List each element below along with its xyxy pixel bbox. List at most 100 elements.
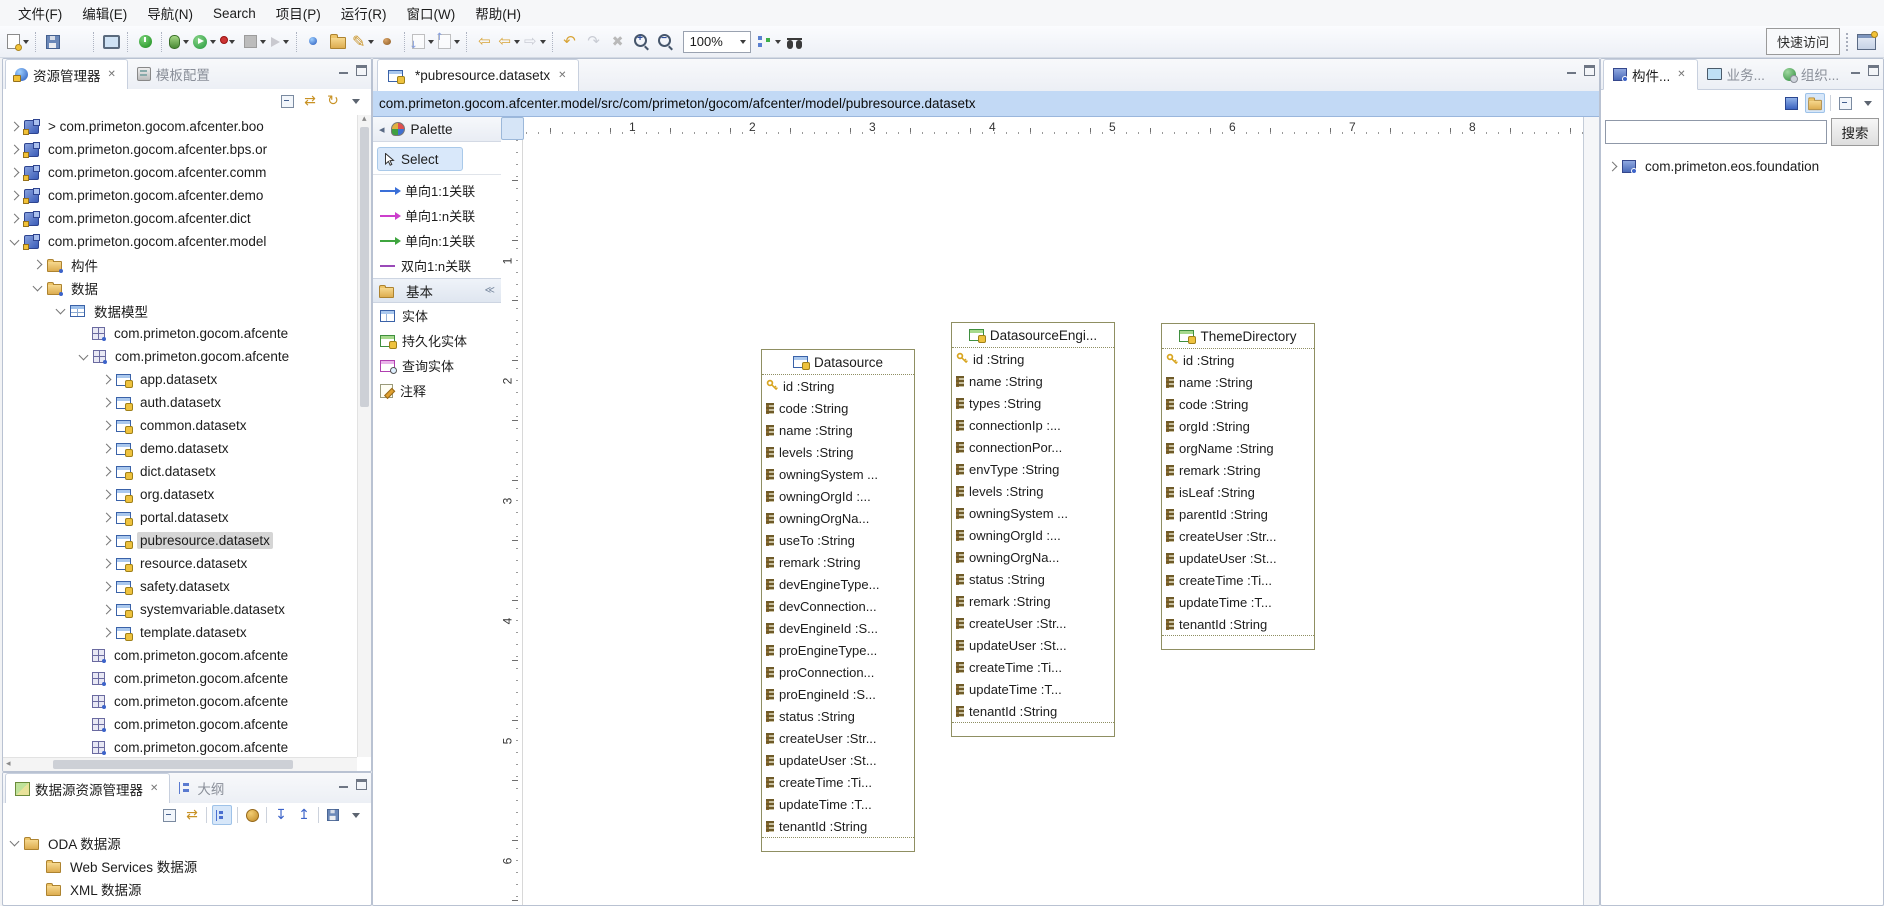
chevron-down-icon[interactable] bbox=[56, 304, 66, 314]
tree-row[interactable]: template.datasetx bbox=[3, 621, 357, 644]
entity-field[interactable]: status :String bbox=[952, 568, 1114, 590]
entity-field[interactable]: id :String bbox=[952, 348, 1114, 370]
entity-field[interactable]: connectionPor... bbox=[952, 436, 1114, 458]
search-input[interactable] bbox=[1605, 120, 1827, 144]
entity-field[interactable]: tenantId :String bbox=[762, 815, 914, 837]
tree-row[interactable]: com.primeton.eos.foundation bbox=[1601, 155, 1883, 178]
tab-outline[interactable]: 大纲 bbox=[170, 773, 233, 803]
chevron-down-icon[interactable] bbox=[79, 350, 89, 360]
zoom-level-button[interactable]: 100% bbox=[678, 30, 756, 54]
save-button[interactable] bbox=[324, 806, 342, 824]
open-resource-button[interactable] bbox=[302, 30, 326, 54]
tab-business[interactable]: 业务... bbox=[1698, 59, 1774, 89]
chevron-right-icon[interactable] bbox=[102, 375, 112, 385]
dropdown-caret-icon[interactable] bbox=[428, 40, 434, 44]
menu-help[interactable]: 帮助(H) bbox=[465, 0, 531, 27]
tree-row[interactable]: resource.datasetx bbox=[3, 552, 357, 575]
save-button[interactable] bbox=[41, 30, 65, 54]
entity-field[interactable]: devEngineId :S... bbox=[762, 617, 914, 639]
maximize-icon[interactable] bbox=[1868, 65, 1879, 76]
view-menu-button[interactable] bbox=[1859, 94, 1877, 112]
dropdown-caret-icon[interactable] bbox=[229, 40, 235, 44]
collapse-all-button[interactable] bbox=[1836, 94, 1854, 112]
menu-project[interactable]: 项目(P) bbox=[266, 0, 331, 27]
chevron-right-icon[interactable] bbox=[102, 467, 112, 477]
dropdown-caret-icon[interactable] bbox=[260, 40, 266, 44]
maximize-icon[interactable] bbox=[356, 65, 367, 76]
dropdown-caret-icon[interactable] bbox=[454, 40, 460, 44]
dropdown-caret-icon[interactable] bbox=[540, 40, 546, 44]
entity-field[interactable]: remark :String bbox=[762, 551, 914, 573]
entity-field[interactable]: useTo :String bbox=[762, 529, 914, 551]
close-icon[interactable]: ✕ bbox=[106, 69, 118, 81]
entity-field[interactable]: orgId :String bbox=[1162, 415, 1314, 437]
menu-search[interactable]: Search bbox=[203, 2, 266, 25]
tree-row[interactable]: com.primeton.gocom.afcente bbox=[3, 690, 357, 713]
entity-field[interactable]: remark :String bbox=[952, 590, 1114, 612]
open-directory-button[interactable] bbox=[326, 30, 350, 54]
dropdown-caret-icon[interactable] bbox=[368, 40, 374, 44]
entity-field[interactable]: owningOrgNa... bbox=[762, 507, 914, 529]
entity-header[interactable]: ThemeDirectory bbox=[1162, 324, 1314, 349]
connect-button[interactable] bbox=[243, 806, 261, 824]
tab-resource-explorer[interactable]: 资源管理器✕ bbox=[5, 59, 128, 90]
close-icon[interactable]: ✕ bbox=[556, 70, 568, 82]
relation-tool-2[interactable]: 单向1:n关联 bbox=[373, 203, 501, 228]
collapse-all-button[interactable] bbox=[160, 806, 178, 824]
menu-run[interactable]: 运行(R) bbox=[331, 0, 397, 27]
run-button[interactable] bbox=[191, 30, 218, 54]
tree-row[interactable]: > com.primeton.gocom.afcenter.boo bbox=[3, 115, 357, 138]
chevron-right-icon[interactable] bbox=[10, 214, 20, 224]
entity-field[interactable]: code :String bbox=[762, 397, 914, 419]
ruler-origin-box[interactable] bbox=[501, 117, 524, 140]
close-icon[interactable]: ✕ bbox=[1675, 69, 1687, 81]
import-button[interactable]: ↧ bbox=[272, 806, 290, 824]
tree-row[interactable]: ODA 数据源 bbox=[3, 831, 371, 854]
tab-organization[interactable]: 组织... bbox=[1774, 59, 1848, 89]
explorer-vertical-scrollbar[interactable]: ▴ bbox=[357, 115, 371, 757]
annotate-button[interactable]: ✎ bbox=[350, 30, 376, 54]
tree-row[interactable]: com.primeton.gocom.afcente bbox=[3, 667, 357, 690]
save-all-button[interactable] bbox=[65, 30, 89, 54]
palette-header[interactable]: ◂ Palette bbox=[373, 117, 501, 142]
chevron-right-icon[interactable] bbox=[102, 444, 112, 454]
delete-button[interactable]: ✖ bbox=[606, 30, 630, 54]
chevron-right-icon[interactable] bbox=[102, 582, 112, 592]
entity-field[interactable]: code :String bbox=[1162, 393, 1314, 415]
chevron-right-icon[interactable] bbox=[102, 536, 112, 546]
dropdown-caret-icon[interactable] bbox=[23, 40, 29, 44]
show-chip-button[interactable] bbox=[1782, 94, 1800, 112]
tree-row[interactable]: Web Services 数据源 bbox=[3, 854, 371, 877]
deploy-upload-button[interactable] bbox=[436, 30, 462, 54]
entity-header[interactable]: Datasource bbox=[762, 350, 914, 375]
chevron-right-icon[interactable] bbox=[102, 628, 112, 638]
chevron-right-icon[interactable] bbox=[102, 398, 112, 408]
entity-field[interactable]: parentId :String bbox=[1162, 503, 1314, 525]
forward-button[interactable]: ⇨ bbox=[522, 30, 548, 54]
menu-file[interactable]: 文件(F) bbox=[8, 0, 72, 27]
entity-datasourceengi[interactable]: DatasourceEngi...id :Stringname :Stringt… bbox=[951, 322, 1115, 737]
refresh-button[interactable]: ↻ bbox=[324, 92, 342, 110]
tree-row[interactable]: safety.datasetx bbox=[3, 575, 357, 598]
tree-row[interactable]: dict.datasetx bbox=[3, 460, 357, 483]
entity-field[interactable]: remark :String bbox=[1162, 459, 1314, 481]
entity-tool[interactable]: 实体 bbox=[373, 303, 501, 328]
entity-field[interactable]: orgName :String bbox=[1162, 437, 1314, 459]
chevron-right-icon[interactable] bbox=[10, 168, 20, 178]
link-with-editor-button[interactable]: ⇄ bbox=[301, 92, 319, 110]
tree-row[interactable]: com.primeton.gocom.afcenter.model bbox=[3, 230, 357, 253]
entity-field[interactable]: proConnection... bbox=[762, 661, 914, 683]
entity-field[interactable]: updateUser :St... bbox=[762, 749, 914, 771]
group-by-folder-button[interactable] bbox=[1805, 93, 1825, 113]
explorer-horizontal-scrollbar[interactable]: ◂ bbox=[3, 757, 357, 771]
chevron-right-icon[interactable] bbox=[33, 260, 43, 270]
chevron-right-icon[interactable] bbox=[10, 145, 20, 155]
entity-field[interactable]: levels :String bbox=[952, 480, 1114, 502]
annotation-tool[interactable]: 注释 bbox=[373, 378, 501, 403]
entity-field[interactable]: status :String bbox=[762, 705, 914, 727]
entity-field[interactable]: createTime :Ti... bbox=[952, 656, 1114, 678]
dropdown-caret-icon[interactable] bbox=[514, 40, 520, 44]
entity-field[interactable]: name :String bbox=[762, 419, 914, 441]
tree-row[interactable]: com.primeton.gocom.afcente bbox=[3, 713, 357, 736]
diagram-canvas[interactable]: Datasourceid :Stringcode :Stringname :St… bbox=[523, 139, 1583, 905]
